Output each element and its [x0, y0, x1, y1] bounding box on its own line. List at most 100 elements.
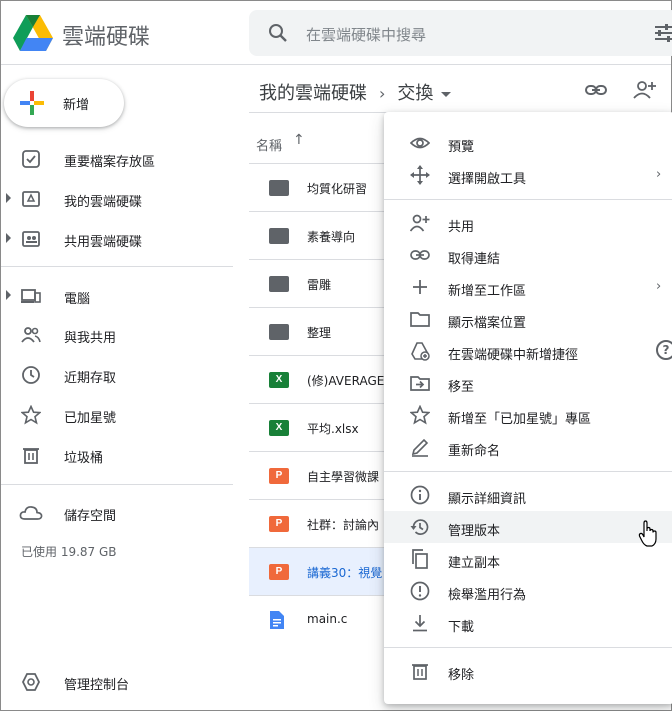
slides-icon: P	[269, 468, 289, 484]
menu-item-label: 建立副本	[448, 556, 501, 571]
folder-icon	[269, 180, 289, 196]
menu-item-download[interactable]: 下載	[384, 607, 672, 639]
search-bar[interactable]: 在雲端硬碟中搜尋	[249, 10, 672, 56]
dropdown-arrow-icon[interactable]	[441, 91, 452, 97]
file-row[interactable]: 素養導向	[249, 211, 399, 259]
file-row[interactable]: 均質化研習	[249, 163, 399, 211]
column-header-name[interactable]: 名稱	[256, 135, 282, 154]
sidebar-item-priority[interactable]: 重要檔案存放區	[1, 143, 233, 175]
menu-item-report-abuse[interactable]: 檢舉濫用行為	[384, 575, 672, 607]
menu-item-add-to-workspace[interactable]: 新增至工作區 ›	[384, 271, 672, 303]
file-row[interactable]: 整理	[249, 307, 399, 355]
sidebar-item-label: 近期存取	[64, 371, 117, 386]
sidebar-item-computers[interactable]: 電腦	[1, 280, 233, 312]
menu-item-label: 管理版本	[448, 524, 501, 539]
menu-item-share[interactable]: 共用	[384, 207, 672, 239]
new-button[interactable]: 新增	[4, 79, 124, 127]
file-row[interactable]: P 自主學習微課	[249, 451, 399, 499]
menu-item-move-to[interactable]: 移至	[384, 367, 672, 399]
person-add-icon	[410, 214, 430, 232]
expand-caret-icon[interactable]	[6, 290, 11, 300]
file-name: 平均.xlsx	[307, 422, 359, 436]
submenu-arrow-icon: ›	[656, 167, 662, 182]
file-name: 講義30：視覺	[307, 566, 383, 580]
storage-used-text: 已使用 19.87 GB	[21, 545, 117, 559]
sidebar-item-label: 儲存空間	[64, 509, 117, 524]
sidebar-item-storage[interactable]: 儲存空間	[1, 497, 233, 529]
file-name: 自主學習微課	[307, 470, 380, 484]
move-arrows-icon	[410, 165, 430, 185]
file-row[interactable]: X 平均.xlsx	[249, 403, 399, 451]
sidebar-item-starred[interactable]: 已加星號	[1, 399, 233, 431]
sidebar-item-label: 已加星號	[64, 411, 117, 426]
sidebar-item-admin-console[interactable]: 管理控制台	[1, 666, 233, 698]
sidebar-item-label: 垃圾桶	[64, 451, 104, 466]
spreadsheet-icon: X	[269, 420, 289, 436]
sidebar-item-label: 管理控制台	[64, 678, 130, 693]
file-name: 雷雕	[307, 278, 332, 292]
share-person-add-icon[interactable]	[633, 79, 657, 101]
file-row[interactable]: P 社群：討論內	[249, 499, 399, 547]
menu-item-details[interactable]: 顯示詳細資訊	[384, 479, 672, 511]
file-row[interactable]: 雷雕	[249, 259, 399, 307]
app-title[interactable]: 雲端硬碟	[62, 19, 150, 51]
menu-item-make-copy[interactable]: 建立副本	[384, 543, 672, 575]
menu-item-show-location[interactable]: 顯示檔案位置	[384, 303, 672, 335]
menu-item-add-shortcut[interactable]: 在雲端硬碟中新增捷徑 ?	[384, 335, 672, 367]
search-filter-icon[interactable]	[654, 23, 672, 43]
menu-item-preview[interactable]: 預覽	[384, 127, 672, 159]
menu-divider	[384, 199, 672, 200]
sidebar-item-label: 共用雲端硬碟	[64, 235, 143, 250]
menu-item-rename[interactable]: 重新命名	[384, 431, 672, 463]
sidebar-item-shared-drives[interactable]: 共用雲端硬碟	[1, 223, 233, 255]
menu-item-label: 新增至工作區	[448, 284, 527, 299]
sidebar-item-my-drive[interactable]: 我的雲端硬碟	[1, 183, 233, 215]
menu-item-add-to-starred[interactable]: 新增至「已加星號」專區	[384, 399, 672, 431]
top-bar: 雲端硬碟 在雲端硬碟中搜尋	[1, 1, 672, 65]
search-input[interactable]: 在雲端硬碟中搜尋	[306, 24, 426, 45]
history-icon	[410, 519, 429, 535]
folder-icon	[269, 228, 289, 244]
breadcrumb: 我的雲端硬碟 › 交換	[259, 79, 452, 105]
menu-item-manage-versions[interactable]: 管理版本	[384, 511, 672, 543]
sort-arrow-icon[interactable]: ↑	[293, 132, 305, 148]
folder-outline-icon	[410, 312, 430, 327]
menu-item-label: 移除	[448, 668, 475, 683]
menu-item-label: 顯示檔案位置	[448, 316, 527, 331]
sidebar-item-trash[interactable]: 垃圾桶	[1, 439, 233, 471]
star-icon	[21, 405, 41, 425]
menu-item-label: 下載	[448, 620, 475, 635]
menu-item-remove[interactable]: 移除	[384, 655, 672, 687]
breadcrumb-current[interactable]: 交換	[397, 79, 433, 105]
menu-item-label: 預覽	[448, 140, 475, 155]
trash-icon	[23, 448, 39, 464]
file-name: 素養導向	[307, 230, 356, 244]
sidebar-divider	[1, 266, 233, 267]
link-icon[interactable]	[585, 79, 607, 101]
sidebar-item-label: 我的雲端硬碟	[64, 195, 143, 210]
menu-item-label: 取得連結	[448, 252, 501, 267]
file-row[interactable]: X (修)AVERAGE	[249, 355, 399, 403]
help-icon[interactable]: ?	[656, 340, 672, 360]
menu-item-label: 重新命名	[448, 444, 501, 459]
sidebar-item-shared-with-me[interactable]: 與我共用	[1, 319, 233, 351]
eye-icon	[410, 137, 430, 149]
sidebar-item-label: 與我共用	[64, 331, 117, 346]
menu-item-open-with[interactable]: 選擇開啟工具 ›	[384, 159, 672, 191]
expand-caret-icon[interactable]	[6, 233, 11, 243]
file-row[interactable]: main.c	[249, 595, 399, 643]
menu-divider	[384, 471, 672, 472]
copy-icon	[412, 549, 428, 569]
expand-caret-icon[interactable]	[6, 193, 11, 203]
report-icon	[410, 581, 430, 601]
file-name: (修)AVERAGE	[307, 374, 385, 388]
file-row-selected[interactable]: P 講義30：視覺	[249, 547, 399, 595]
menu-item-label: 檢舉濫用行為	[448, 588, 527, 603]
download-icon	[413, 615, 427, 632]
folder-icon	[269, 276, 289, 292]
sidebar-item-recent[interactable]: 近期存取	[1, 359, 233, 391]
search-icon[interactable]	[267, 22, 289, 44]
menu-item-get-link[interactable]: 取得連結	[384, 239, 672, 271]
breadcrumb-root[interactable]: 我的雲端硬碟	[259, 79, 367, 105]
drive-logo-icon[interactable]	[13, 15, 53, 51]
